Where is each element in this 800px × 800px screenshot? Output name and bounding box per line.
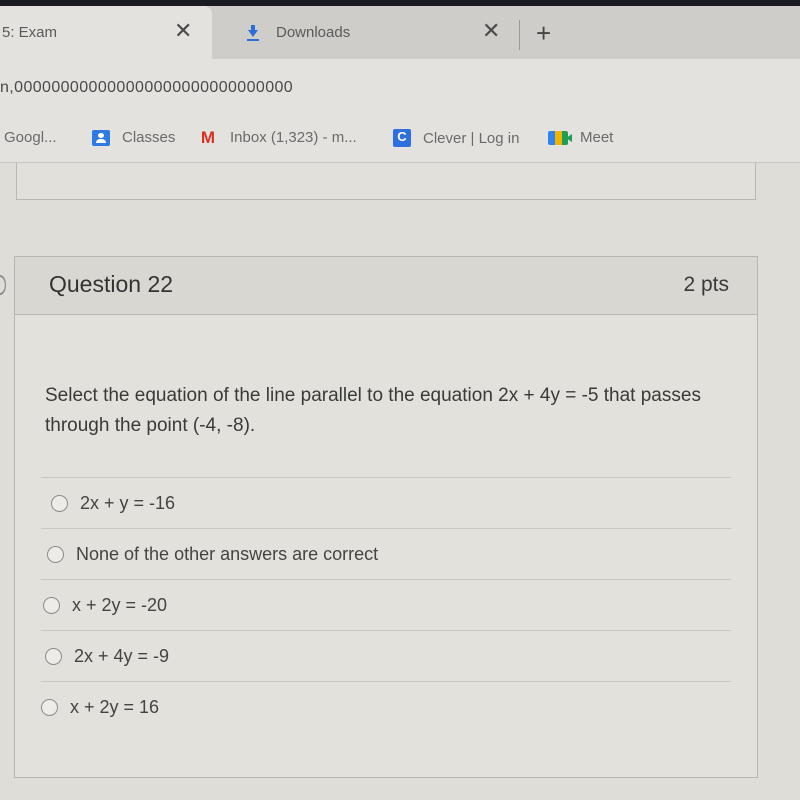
answer-option[interactable]: 2x + y = -16: [41, 477, 731, 528]
question-card: Question 22 2 pts Select the equation of…: [14, 256, 758, 778]
answer-label: 2x + y = -16: [80, 492, 176, 513]
google-classroom-icon: [92, 129, 110, 146]
answer-label: x + 2y = 16: [70, 696, 160, 717]
answer-option[interactable]: x + 2y = -20: [41, 579, 731, 630]
download-icon: [246, 24, 260, 41]
bookmark-clever[interactable]: C Clever | Log in: [393, 129, 519, 147]
bookmark-google[interactable]: Googl...: [4, 129, 57, 146]
radio-button[interactable]: [43, 596, 60, 614]
clever-icon: C: [393, 129, 411, 147]
radio-button[interactable]: [47, 545, 64, 563]
bookmark-label: Classes: [122, 129, 176, 146]
bookmark-label: Meet: [580, 129, 614, 146]
url-field[interactable]: n,000000000000000000000000000000: [0, 79, 293, 97]
address-bar-area: n,000000000000000000000000000000: [0, 59, 800, 117]
answer-option[interactable]: x + 2y = 16: [41, 681, 731, 732]
answer-label: x + 2y = -20: [72, 594, 168, 615]
close-tab-icon[interactable]: ✕: [482, 20, 500, 42]
tab-title: Downloads: [276, 24, 351, 41]
answer-option[interactable]: None of the other answers are correct: [41, 528, 731, 579]
answer-label: 2x + 4y = -9: [74, 645, 170, 666]
new-tab-button[interactable]: +: [536, 20, 551, 46]
bookmark-label: Googl...: [4, 129, 57, 146]
radio-button[interactable]: [45, 647, 62, 665]
tab-downloads[interactable]: Downloads ✕: [212, 6, 532, 59]
close-tab-icon[interactable]: ✕: [174, 20, 192, 42]
radio-button[interactable]: [41, 698, 58, 716]
bookmark-label: Inbox (1,323) - m...: [230, 129, 357, 146]
answer-list: 2x + y = -16 None of the other answers a…: [41, 477, 731, 732]
tab-separator: [519, 20, 520, 50]
quiz-page: Question 22 2 pts Select the equation of…: [0, 163, 800, 800]
bookmark-inbox[interactable]: M Inbox (1,323) - m...: [198, 127, 357, 147]
tab-strip: 5: Exam ✕ Downloads ✕ +: [0, 6, 800, 59]
bookmark-meet[interactable]: Meet: [548, 129, 613, 146]
bookmark-label: Clever | Log in: [423, 129, 520, 147]
tab-title: 5: Exam: [2, 24, 58, 41]
answer-option[interactable]: 2x + 4y = -9: [41, 630, 731, 681]
tab-exam[interactable]: 5: Exam ✕: [0, 6, 212, 59]
bookmarks-bar: Googl... Classes M Inbox (1,323) - m... …: [0, 117, 800, 163]
answer-label: None of the other answers are correct: [76, 543, 379, 564]
question-title: Question 22: [49, 271, 174, 297]
question-text: Select the equation of the line parallel…: [45, 385, 701, 436]
previous-question-card: [16, 163, 756, 200]
bookmark-classes[interactable]: Classes: [92, 129, 175, 146]
radio-button[interactable]: [51, 494, 68, 512]
question-points: 2 pts: [683, 273, 729, 296]
flag-question-icon[interactable]: [0, 275, 6, 295]
google-meet-icon: [548, 130, 572, 145]
question-header: Question 22 2 pts: [15, 257, 757, 315]
gmail-icon: M: [200, 127, 216, 147]
